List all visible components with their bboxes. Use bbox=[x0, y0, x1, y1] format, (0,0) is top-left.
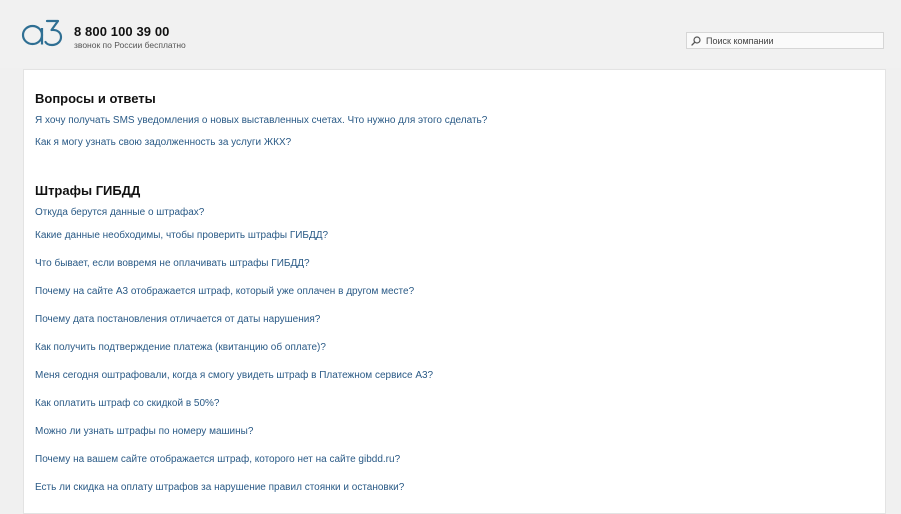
faq-question-link[interactable]: Я хочу получать SMS уведомления о новых … bbox=[35, 115, 487, 126]
fines-question-link[interactable]: Почему на вашем сайте отображается штраф… bbox=[35, 454, 400, 465]
fines-question-link[interactable]: Что бывает, если вовремя не оплачивать ш… bbox=[35, 258, 310, 269]
fines-question-link[interactable]: Есть ли скидка на оплату штрафов за нару… bbox=[35, 482, 404, 493]
a3-logo-icon[interactable] bbox=[21, 17, 63, 47]
site-header: 8 800 100 39 00 звонок по России бесплат… bbox=[0, 0, 901, 68]
fines-question-link[interactable]: Как оплатить штраф со скидкой в 50%? bbox=[35, 398, 220, 409]
fines-question-link[interactable]: Меня сегодня оштрафовали, когда я смогу … bbox=[35, 370, 433, 381]
fines-section-title: Штрафы ГИБДД bbox=[35, 183, 141, 198]
phone-note: звонок по России бесплатно bbox=[74, 40, 186, 50]
phone-number: 8 800 100 39 00 bbox=[74, 24, 170, 39]
faq-question-link[interactable]: Как я могу узнать свою задолженность за … bbox=[35, 137, 291, 148]
search-input[interactable] bbox=[706, 34, 876, 47]
fines-question-link[interactable]: Почему дата постановления отличается от … bbox=[35, 314, 320, 325]
fines-question-link[interactable]: Откуда берутся данные о штрафах? bbox=[35, 207, 204, 218]
company-search[interactable] bbox=[686, 32, 884, 49]
fines-question-link[interactable]: Почему на сайте А3 отображается штраф, к… bbox=[35, 286, 414, 297]
content-panel: Вопросы и ответы Я хочу получать SMS уве… bbox=[23, 69, 886, 514]
fines-question-link[interactable]: Как получить подтверждение платежа (квит… bbox=[35, 342, 326, 353]
fines-question-link[interactable]: Можно ли узнать штрафы по номеру машины? bbox=[35, 426, 253, 437]
search-icon bbox=[691, 36, 701, 46]
faq-section-title: Вопросы и ответы bbox=[35, 91, 156, 106]
fines-question-link[interactable]: Какие данные необходимы, чтобы проверить… bbox=[35, 230, 328, 241]
